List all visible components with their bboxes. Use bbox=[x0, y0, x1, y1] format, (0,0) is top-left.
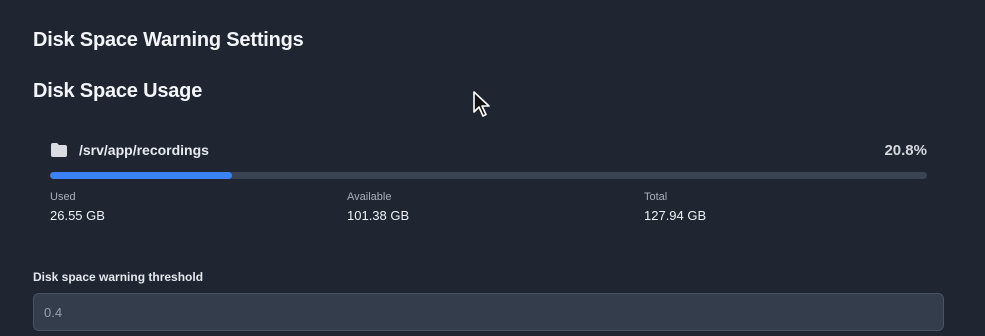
disk-header: /srv/app/recordings 20.8% bbox=[50, 138, 927, 162]
stat-total-value: 127.94 GB bbox=[644, 208, 707, 223]
threshold-label: Disk space warning threshold bbox=[33, 270, 204, 284]
disk-usage-progress-fill bbox=[50, 172, 233, 179]
folder-icon bbox=[50, 142, 68, 158]
disk-settings-page: Disk Space Warning Settings Disk Space U… bbox=[0, 0, 985, 336]
stat-total: Total 127.94 GB bbox=[644, 191, 706, 223]
mouse-cursor-icon bbox=[473, 91, 490, 117]
stat-available-label: Available bbox=[347, 191, 392, 203]
section-title: Disk Space Usage bbox=[33, 80, 203, 102]
disk-usage-percent: 20.8% bbox=[884, 141, 927, 159]
threshold-input[interactable] bbox=[33, 293, 944, 331]
stat-available-value: 101.38 GB bbox=[347, 208, 410, 223]
stat-available: Available 101.38 GB bbox=[347, 191, 409, 223]
stat-used-value: 26.55 GB bbox=[50, 208, 105, 223]
stat-used-label: Used bbox=[50, 191, 76, 203]
disk-usage-progress-track bbox=[50, 172, 927, 179]
stat-used: Used 26.55 GB bbox=[50, 191, 105, 223]
disk-usage-card: /srv/app/recordings 20.8% Used 26.55 GB … bbox=[50, 138, 927, 231]
disk-stats: Used 26.55 GB Available 101.38 GB Total … bbox=[50, 191, 927, 231]
page-title: Disk Space Warning Settings bbox=[33, 29, 304, 51]
disk-path: /srv/app/recordings bbox=[79, 142, 209, 158]
stat-total-label: Total bbox=[644, 191, 668, 203]
